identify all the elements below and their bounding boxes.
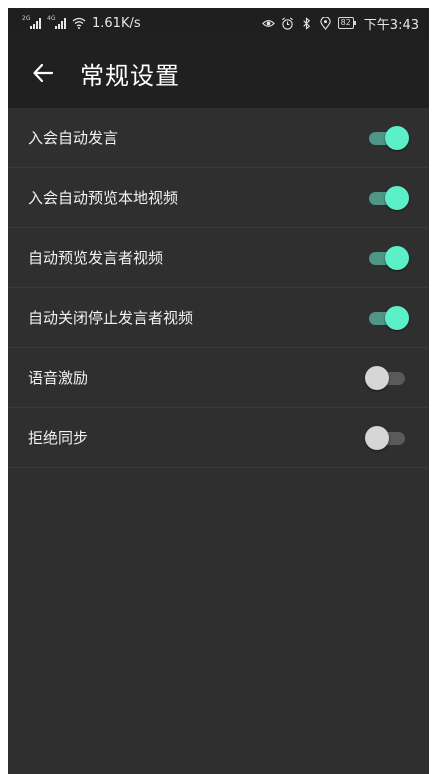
- settings-list: 入会自动发言 入会自动预览本地视频 自动预览发言者视频 自动关闭停止发言者视频: [8, 108, 429, 468]
- arrow-left-icon: [33, 63, 54, 83]
- setting-row-auto-speak[interactable]: 入会自动发言: [8, 108, 429, 168]
- setting-label: 拒绝同步: [28, 429, 89, 447]
- eye-icon: [261, 19, 275, 27]
- setting-row-voice-activation[interactable]: 语音激励: [8, 348, 429, 408]
- bluetooth-icon: [302, 16, 310, 30]
- network-speed: 1.61K/s: [92, 15, 141, 31]
- toggle-thumb: [385, 305, 409, 330]
- toggle-switch[interactable]: [365, 305, 409, 331]
- signal-icon: 2G: [22, 14, 41, 29]
- battery-icon: 82: [337, 17, 357, 29]
- back-button[interactable]: [30, 60, 56, 86]
- setting-row-auto-preview-speaker-video[interactable]: 自动预览发言者视频: [8, 228, 429, 288]
- status-time: 下午3:43: [363, 17, 419, 33]
- setting-row-reject-sync[interactable]: 拒绝同步: [8, 408, 429, 468]
- setting-label: 语音激励: [28, 369, 89, 387]
- setting-row-auto-preview-local-video[interactable]: 入会自动预览本地视频: [8, 168, 429, 228]
- setting-label: 入会自动发言: [28, 129, 119, 147]
- toggle-switch[interactable]: [365, 185, 409, 211]
- setting-label: 自动预览发言者视频: [28, 249, 164, 267]
- location-icon: [319, 16, 331, 30]
- status-bar: 2G 4G 1.61K/s 82 下午3:43: [8, 8, 429, 38]
- page-title: 常规设置: [80, 61, 180, 90]
- toggle-thumb: [385, 125, 409, 150]
- sim2-label: 4G: [47, 14, 56, 22]
- toggle-switch[interactable]: [365, 425, 409, 451]
- status-right: 82 下午3:43: [261, 14, 419, 33]
- toolbar: 常规设置: [8, 38, 429, 108]
- toggle-switch[interactable]: [365, 245, 409, 271]
- toggle-thumb: [385, 185, 409, 210]
- toggle-switch[interactable]: [365, 365, 409, 391]
- toggle-thumb: [365, 365, 389, 390]
- wifi-icon: [72, 17, 86, 29]
- sim1-label: 2G: [22, 14, 31, 22]
- status-left: 2G 4G 1.61K/s: [22, 14, 141, 31]
- setting-label: 自动关闭停止发言者视频: [28, 309, 194, 327]
- setting-row-auto-close-speaker-video[interactable]: 自动关闭停止发言者视频: [8, 288, 429, 348]
- signal-icon: 4G: [47, 14, 66, 29]
- alarm-icon: [281, 16, 293, 30]
- toggle-thumb: [385, 245, 409, 270]
- toggle-thumb: [365, 425, 389, 450]
- toggle-switch[interactable]: [365, 125, 409, 151]
- phone-screen: 2G 4G 1.61K/s 82 下午3:43 常规设置 入会自动发言 入会自动…: [8, 8, 429, 774]
- setting-label: 入会自动预览本地视频: [28, 189, 179, 207]
